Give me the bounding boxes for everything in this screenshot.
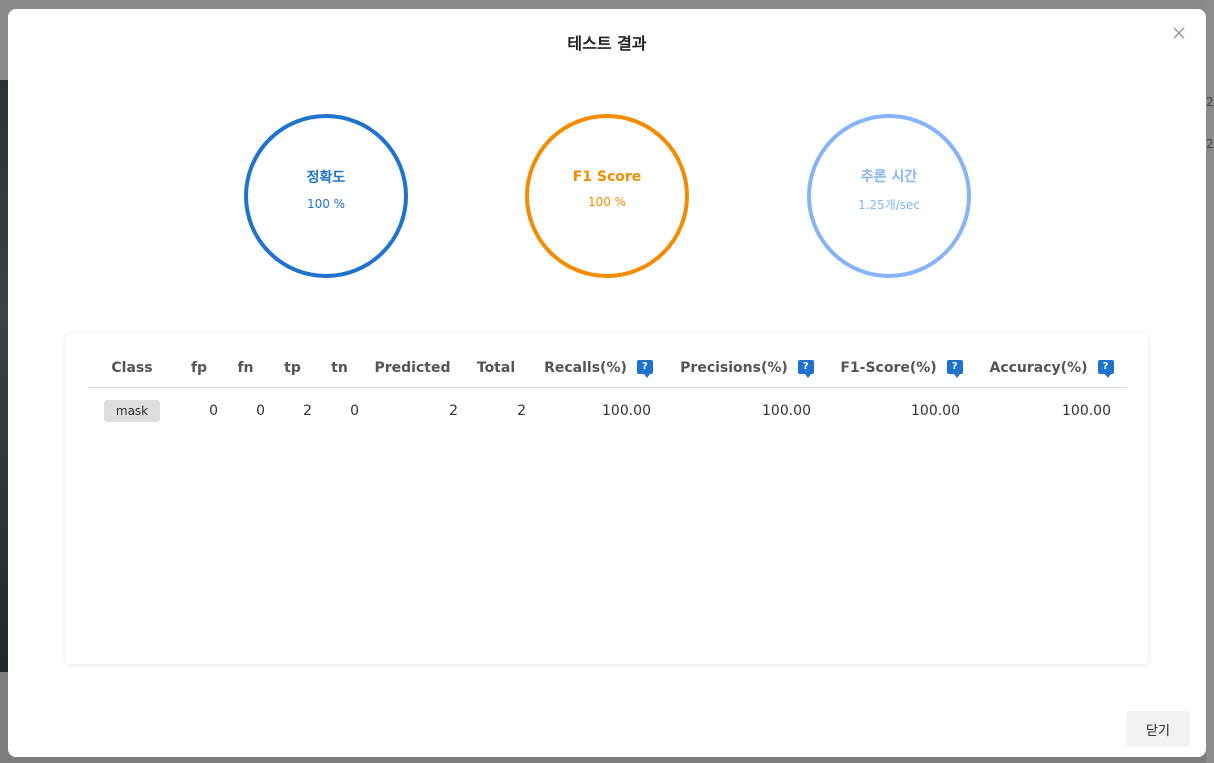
metric-label: F1 Score [572, 169, 642, 185]
cell-class: mask [88, 388, 176, 435]
class-badge: mask [103, 400, 161, 422]
help-icon[interactable]: ? [1097, 359, 1114, 378]
col-f1-score: F1-Score(%)? [827, 348, 976, 388]
cell-tn: 0 [350, 403, 359, 419]
table-row: mask 0 0 2 0 2 2 100.00 100.00 100.00 10… [88, 388, 1127, 435]
cell-predicted: 2 [449, 403, 458, 419]
col-precisions: Precisions(%)? [667, 348, 827, 388]
metric-value: 1.25개/sec [857, 197, 921, 212]
col-tp: tp [269, 348, 316, 388]
col-total: Total [462, 348, 530, 388]
cell-recalls: 100.00 [602, 403, 651, 419]
cell-total: 2 [517, 403, 526, 419]
cell-fp: 0 [209, 403, 218, 419]
close-icon[interactable] [1170, 24, 1188, 42]
metric-value: 100 % [587, 195, 627, 209]
metric-label: 추론 시간 [860, 168, 918, 185]
cell-f1-score: 100.00 [911, 403, 960, 419]
col-recalls: Recalls(%)? [530, 348, 667, 388]
modal-title: 테스트 결과 [567, 34, 647, 53]
col-accuracy-label: Accuracy(%) [989, 359, 1088, 376]
backdrop-image [0, 80, 8, 672]
accuracy-metric: 정확도 100 % [244, 114, 408, 278]
f1-score-metric: F1 Score 100 % [525, 114, 689, 278]
cell-precisions: 100.00 [762, 403, 811, 419]
cell-accuracy: 100.00 [1062, 403, 1111, 419]
metric-value: 100 % [306, 197, 346, 211]
help-icon[interactable]: ? [797, 359, 814, 378]
help-icon[interactable]: ? [636, 359, 653, 378]
close-button[interactable]: 닫기 [1126, 711, 1190, 747]
col-predicted: Predicted [363, 348, 462, 388]
col-recalls-label: Recalls(%) [544, 359, 627, 376]
col-precisions-label: Precisions(%) [680, 359, 788, 376]
col-tn: tn [316, 348, 363, 388]
col-class: Class [88, 348, 176, 388]
col-fp: fp [176, 348, 222, 388]
backdrop-right [1206, 0, 1214, 763]
col-f1-score-label: F1-Score(%) [840, 359, 937, 376]
col-accuracy: Accuracy(%)? [976, 348, 1127, 388]
background-text: 2 [1206, 95, 1214, 109]
cell-fn: 0 [256, 403, 265, 419]
inference-time-metric: 추론 시간 1.25개/sec [807, 114, 971, 278]
metric-label: 정확도 [306, 170, 346, 186]
table-header-row: Class fp fn tp tn Predicted Total Recall… [88, 348, 1127, 388]
results-table: Class fp fn tp tn Predicted Total Recall… [88, 348, 1127, 434]
help-icon[interactable]: ? [946, 359, 963, 378]
col-fn: fn [222, 348, 269, 388]
results-table-card: Class fp fn tp tn Predicted Total Recall… [66, 334, 1148, 664]
background-text: 2 [1206, 137, 1214, 151]
cell-tp: 2 [303, 403, 312, 419]
test-result-modal: 테스트 결과 정확도 100 % F1 Score 100 % 추론 시간 1.… [8, 9, 1206, 757]
